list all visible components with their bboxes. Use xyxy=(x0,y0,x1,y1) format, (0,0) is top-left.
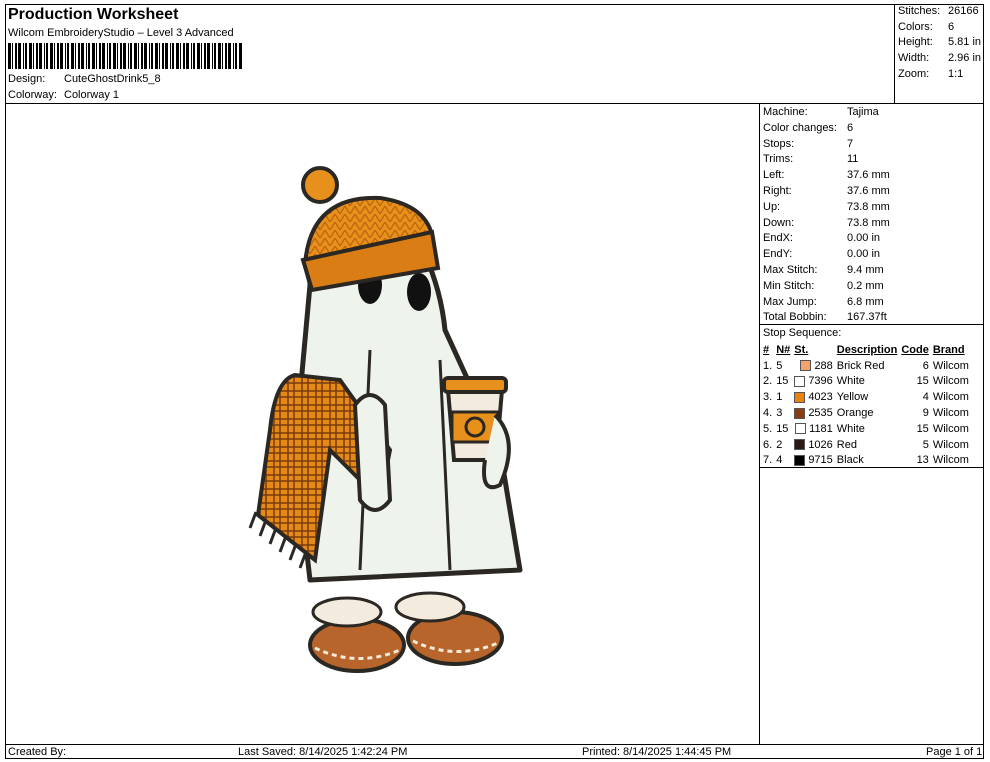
created-by: Created By: xyxy=(8,746,67,758)
page-title: Production Worksheet xyxy=(8,6,179,23)
colorway-row: Colorway: Colorway 1 xyxy=(8,89,119,101)
machine-row: EndY: 0.00 in xyxy=(763,248,881,261)
machine-row: Right: 37.6 mm xyxy=(763,184,890,197)
machine-row: Min Stitch: 0.2 mm xyxy=(763,279,884,292)
table-row: 4. 3 2535 Orange 9 Wilcom xyxy=(763,407,969,420)
machine-info: Machine: Tajima Color changes: 6 Stops: 7 T… xyxy=(763,106,890,327)
color-swatch xyxy=(794,439,806,451)
colorway-label: Colorway: xyxy=(8,89,57,101)
machine-row: Max Stitch: 9.4 mm xyxy=(763,263,884,276)
design-label: Design: xyxy=(8,73,46,85)
machine-row: Up: 73.8 mm xyxy=(763,200,890,213)
page-number: Page 1 of 1 xyxy=(926,746,983,758)
machine-row: Machine: Tajima xyxy=(763,106,879,118)
machine-row: Trims: 11 xyxy=(763,153,859,166)
design-stats: Stitches: 26166 Colors: 6 Height: 5.81 in W… xyxy=(898,5,981,83)
ghost-embroidery-preview xyxy=(248,166,523,673)
colorway-value: Colorway 1 xyxy=(64,89,120,101)
header-divider xyxy=(5,103,984,104)
color-swatch xyxy=(800,360,812,372)
table-row: 5. 15 1181 White 15 Wilcom xyxy=(763,422,969,435)
barcode xyxy=(8,43,242,69)
color-swatch xyxy=(795,423,807,435)
stats-divider xyxy=(894,4,895,103)
footer-divider xyxy=(5,744,984,745)
last-saved: Last Saved: 8/14/2025 1:42:24 PM xyxy=(238,746,408,758)
stat-row: Width: 2.96 in xyxy=(898,52,982,65)
color-swatch xyxy=(794,455,806,467)
slippers xyxy=(308,591,504,673)
color-swatch xyxy=(794,391,806,403)
machine-row: Total Bobbin: 167.37ft xyxy=(763,311,887,324)
table-row: 1. 5 288 Brick Red 6 Wilcom xyxy=(763,359,969,372)
design-row: Design: CuteGhostDrink5_8 xyxy=(8,73,161,85)
software-subtitle: Wilcom EmbroideryStudio – Level 3 Advanc… xyxy=(8,27,234,39)
right-eye xyxy=(407,273,431,311)
color-swatch xyxy=(794,376,806,388)
machine-row: EndX: 0.00 in xyxy=(763,232,881,245)
printed-date: Printed: 8/14/2025 1:44:45 PM xyxy=(582,746,732,758)
machine-row: Left: 37.6 mm xyxy=(763,169,890,182)
beanie xyxy=(300,166,441,293)
color-swatch xyxy=(794,407,806,419)
machine-row: Color changes: 6 xyxy=(763,121,854,134)
table-header-row: # N# St. Description Code Brand xyxy=(763,343,965,356)
table-row: 7. 4 9715 Black 13 Wilcom xyxy=(763,454,969,467)
design-value: CuteGhostDrink5_8 xyxy=(64,73,161,85)
table-row: 6. 2 1026 Red 5 Wilcom xyxy=(763,438,969,451)
table-row: 3. 1 4023 Yellow 4 Wilcom xyxy=(763,391,969,404)
machine-row: Max Jump: 6.8 mm xyxy=(763,295,884,308)
stat-row: Height: 5.81 in xyxy=(898,36,982,49)
machine-row: Down: 73.8 mm xyxy=(763,216,890,229)
table-row: 2. 15 7396 White 15 Wilcom xyxy=(763,375,969,388)
panel-divider xyxy=(759,103,760,744)
stat-row: Zoom: 1:1 xyxy=(898,67,964,80)
machine-row: Stops: 7 xyxy=(763,137,854,150)
stop-sequence-table: # N# St. Description Code Brand 1. 5 288 B… xyxy=(761,342,971,468)
stop-sequence-title: Stop Sequence: xyxy=(763,327,842,339)
stat-row: Stitches: 26166 xyxy=(898,5,979,17)
stat-row: Colors: 6 xyxy=(898,20,955,33)
